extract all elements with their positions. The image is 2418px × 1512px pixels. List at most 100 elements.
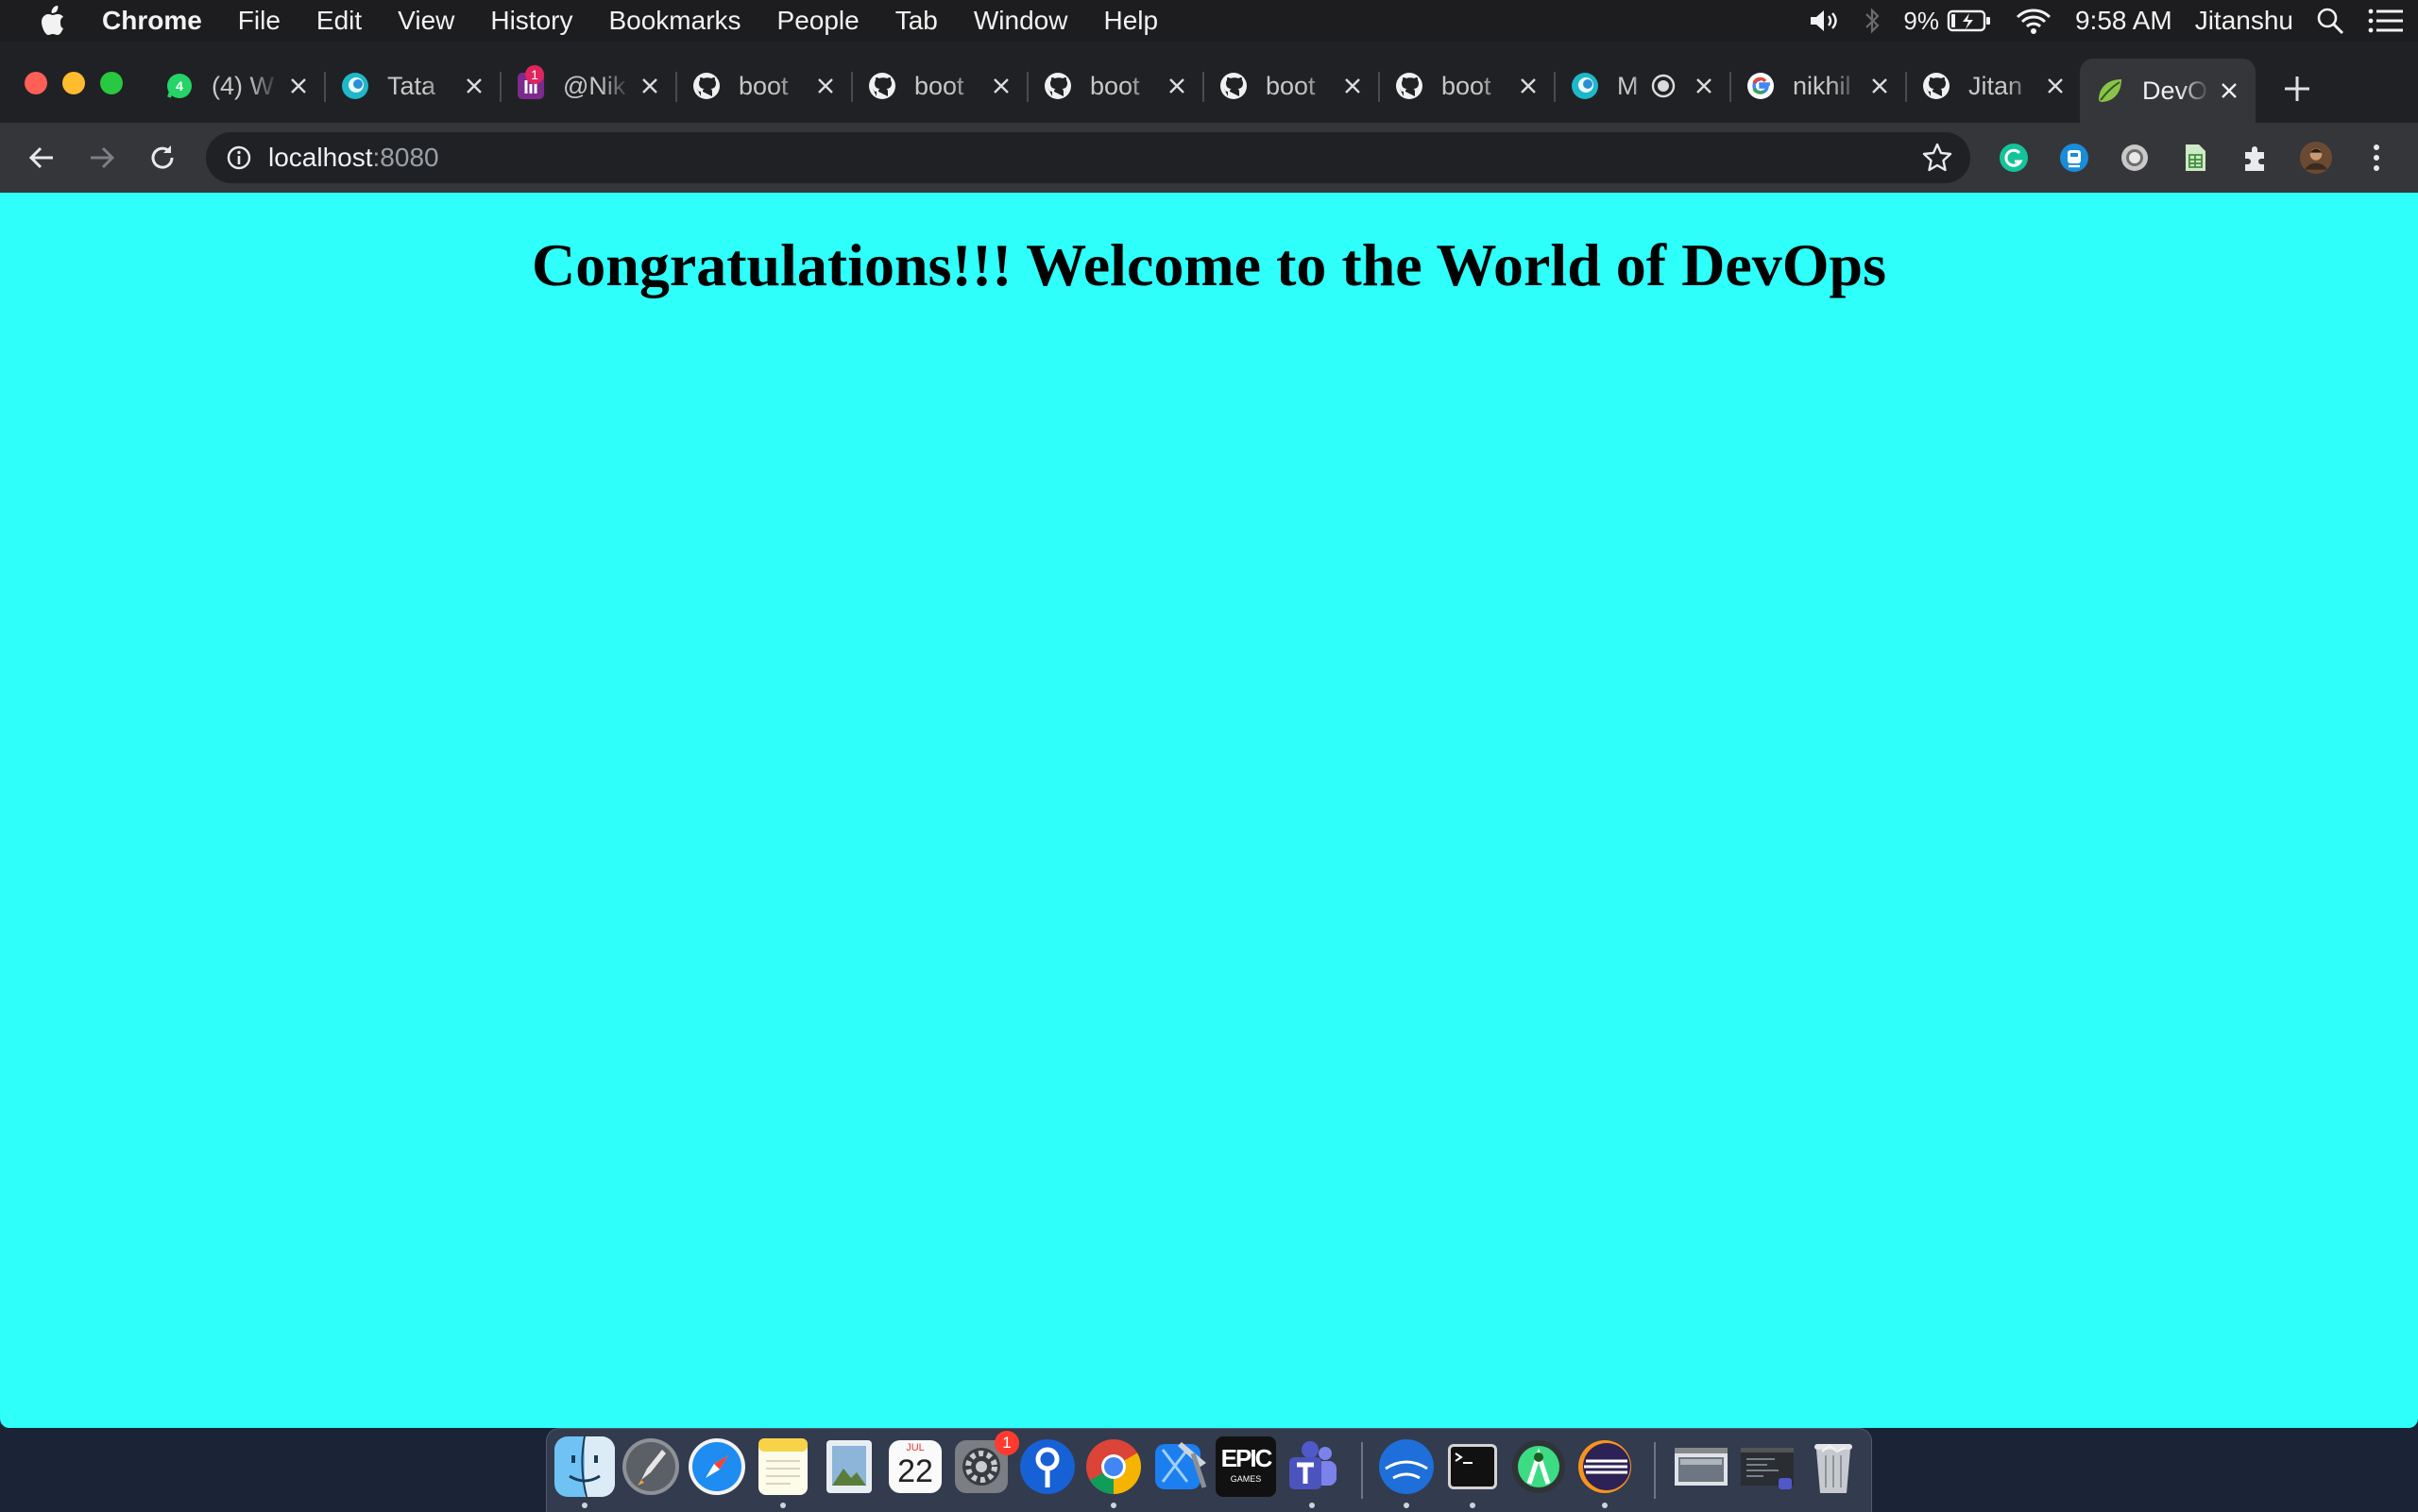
page-heading: Congratulations!!! Welcome to the World … bbox=[532, 231, 1886, 298]
keynote-icon[interactable] bbox=[1376, 1436, 1437, 1497]
address-bar[interactable]: localhost:8080 bbox=[206, 132, 1970, 183]
tab-close-icon[interactable] bbox=[2042, 73, 2069, 99]
volume-icon[interactable] bbox=[1809, 8, 1841, 34]
sheets-extension-icon[interactable] bbox=[2178, 141, 2212, 175]
trash-icon[interactable] bbox=[1803, 1436, 1864, 1497]
spotlight-search-icon[interactable] bbox=[2316, 7, 2344, 35]
minimized-window-thumbnail[interactable] bbox=[1737, 1436, 1797, 1497]
new-tab-plus-icon[interactable] bbox=[2278, 70, 2316, 108]
menu-tab[interactable]: Tab bbox=[877, 6, 956, 36]
menu-file[interactable]: File bbox=[220, 6, 298, 36]
chrome-icon[interactable] bbox=[1083, 1436, 1144, 1497]
url-text[interactable]: localhost:8080 bbox=[268, 143, 439, 173]
safari-icon[interactable] bbox=[687, 1436, 747, 1497]
browser-tab[interactable]: boot bbox=[1379, 59, 1556, 113]
system-preferences-icon[interactable]: 1 bbox=[951, 1431, 1019, 1497]
chrome-menu-icon[interactable] bbox=[2359, 141, 2393, 175]
github-icon bbox=[1218, 71, 1249, 101]
eclipse-icon[interactable] bbox=[1575, 1436, 1635, 1497]
bookmark-star-icon[interactable] bbox=[1921, 142, 1953, 174]
browser-tab[interactable]: boot bbox=[1203, 59, 1380, 113]
window-close-button[interactable] bbox=[25, 72, 47, 94]
browser-tab[interactable]: 1 @Nik bbox=[501, 59, 677, 113]
reload-icon[interactable] bbox=[144, 139, 181, 177]
spring-leaf-icon bbox=[2095, 76, 2125, 106]
macos-menu-bar: Chrome File Edit View History Bookmarks … bbox=[0, 0, 2418, 42]
browser-tab[interactable]: Tata bbox=[325, 59, 502, 113]
launchpad-icon[interactable] bbox=[621, 1436, 681, 1497]
google-icon bbox=[1745, 71, 1776, 101]
notes-icon[interactable] bbox=[753, 1436, 813, 1497]
back-arrow-icon[interactable] bbox=[23, 139, 60, 177]
minimized-window-thumbnail[interactable] bbox=[1671, 1436, 1731, 1497]
tab-title: boot bbox=[1441, 71, 1491, 100]
grammarly-extension-icon[interactable] bbox=[1997, 141, 2031, 175]
menu-people[interactable]: People bbox=[759, 6, 877, 36]
tab-close-icon[interactable] bbox=[1164, 73, 1190, 99]
web-page-content: Congratulations!!! Welcome to the World … bbox=[0, 193, 2418, 1428]
menu-history[interactable]: History bbox=[472, 6, 590, 36]
tab-close-icon[interactable] bbox=[1691, 73, 1717, 99]
browser-tab[interactable]: Jitan bbox=[1906, 59, 2082, 113]
github-icon bbox=[867, 71, 897, 101]
edge-icon bbox=[340, 71, 370, 101]
tab-title: boot bbox=[914, 71, 964, 100]
terminal-icon[interactable] bbox=[1442, 1436, 1503, 1497]
bluetooth-icon[interactable] bbox=[1864, 7, 1881, 35]
settings-badge: 1 bbox=[995, 1431, 1019, 1455]
battery-charging-icon[interactable] bbox=[1947, 8, 1992, 33]
epic-games-icon[interactable]: EPIC GAMES bbox=[1216, 1436, 1276, 1497]
site-info-icon[interactable] bbox=[223, 142, 255, 174]
wifi-icon[interactable] bbox=[2015, 7, 2052, 35]
notification-center-icon[interactable] bbox=[2367, 8, 2405, 34]
menu-window[interactable]: Window bbox=[956, 6, 1086, 36]
window-minimize-button[interactable] bbox=[62, 72, 85, 94]
app-notification-icon: 1 bbox=[516, 65, 546, 101]
sourcetree-icon[interactable] bbox=[1017, 1436, 1078, 1497]
tab-close-icon[interactable] bbox=[812, 73, 839, 99]
profile-avatar[interactable] bbox=[2299, 141, 2333, 175]
apple-icon[interactable] bbox=[28, 6, 76, 36]
browser-tab-active[interactable]: DevO bbox=[2080, 59, 2256, 123]
android-studio-icon[interactable] bbox=[1508, 1436, 1569, 1497]
browser-tab[interactable]: 4 (4) W bbox=[149, 59, 326, 113]
tab-close-icon[interactable] bbox=[461, 73, 487, 99]
browser-tab[interactable]: nikhil bbox=[1730, 59, 1907, 113]
github-icon bbox=[1921, 71, 1951, 101]
tab-close-icon[interactable] bbox=[988, 73, 1014, 99]
calendar-icon[interactable]: JUL 22 bbox=[885, 1436, 945, 1497]
browser-tab[interactable]: boot bbox=[1028, 59, 1204, 113]
menu-bookmarks[interactable]: Bookmarks bbox=[590, 6, 758, 36]
user-name[interactable]: Jitanshu bbox=[2195, 6, 2293, 36]
finder-icon[interactable] bbox=[554, 1436, 615, 1498]
forward-arrow-icon[interactable] bbox=[83, 139, 121, 177]
menu-view[interactable]: View bbox=[380, 6, 472, 36]
media-playing-icon[interactable] bbox=[1651, 74, 1676, 98]
tab-close-icon[interactable] bbox=[637, 73, 663, 99]
extensions-puzzle-icon[interactable] bbox=[2239, 141, 2273, 175]
tab-title: boot bbox=[1090, 71, 1140, 100]
extension-blue-icon[interactable] bbox=[2057, 141, 2091, 175]
preview-icon[interactable] bbox=[819, 1436, 879, 1497]
tab-title: Tata bbox=[387, 71, 436, 100]
clock[interactable]: 9:58 AM bbox=[2075, 6, 2172, 36]
tab-close-icon[interactable] bbox=[1515, 73, 1541, 99]
microsoft-teams-icon[interactable] bbox=[1282, 1436, 1342, 1497]
tab-close-icon[interactable] bbox=[1866, 73, 1893, 99]
xcode-icon[interactable] bbox=[1149, 1436, 1210, 1497]
extension-circle-icon[interactable] bbox=[2118, 141, 2152, 175]
browser-tab[interactable]: boot bbox=[852, 59, 1029, 113]
tab-title: boot bbox=[1266, 71, 1316, 100]
menu-help[interactable]: Help bbox=[1085, 6, 1176, 36]
browser-tab[interactable]: boot bbox=[676, 59, 853, 113]
browser-tab[interactable]: M bbox=[1555, 59, 1731, 113]
browser-tab-strip: 4 (4) W Tata 1 @Nik boot boot boot boot … bbox=[0, 42, 2418, 123]
edge-icon bbox=[1570, 71, 1600, 101]
tab-close-icon[interactable] bbox=[285, 73, 312, 99]
menu-edit[interactable]: Edit bbox=[298, 6, 380, 36]
macos-dock: JUL 22 1 EPIC GAMES bbox=[546, 1428, 1872, 1512]
window-zoom-button[interactable] bbox=[100, 72, 123, 94]
tab-close-icon[interactable] bbox=[2216, 77, 2242, 104]
menu-app-name[interactable]: Chrome bbox=[76, 6, 220, 36]
tab-close-icon[interactable] bbox=[1339, 73, 1366, 99]
